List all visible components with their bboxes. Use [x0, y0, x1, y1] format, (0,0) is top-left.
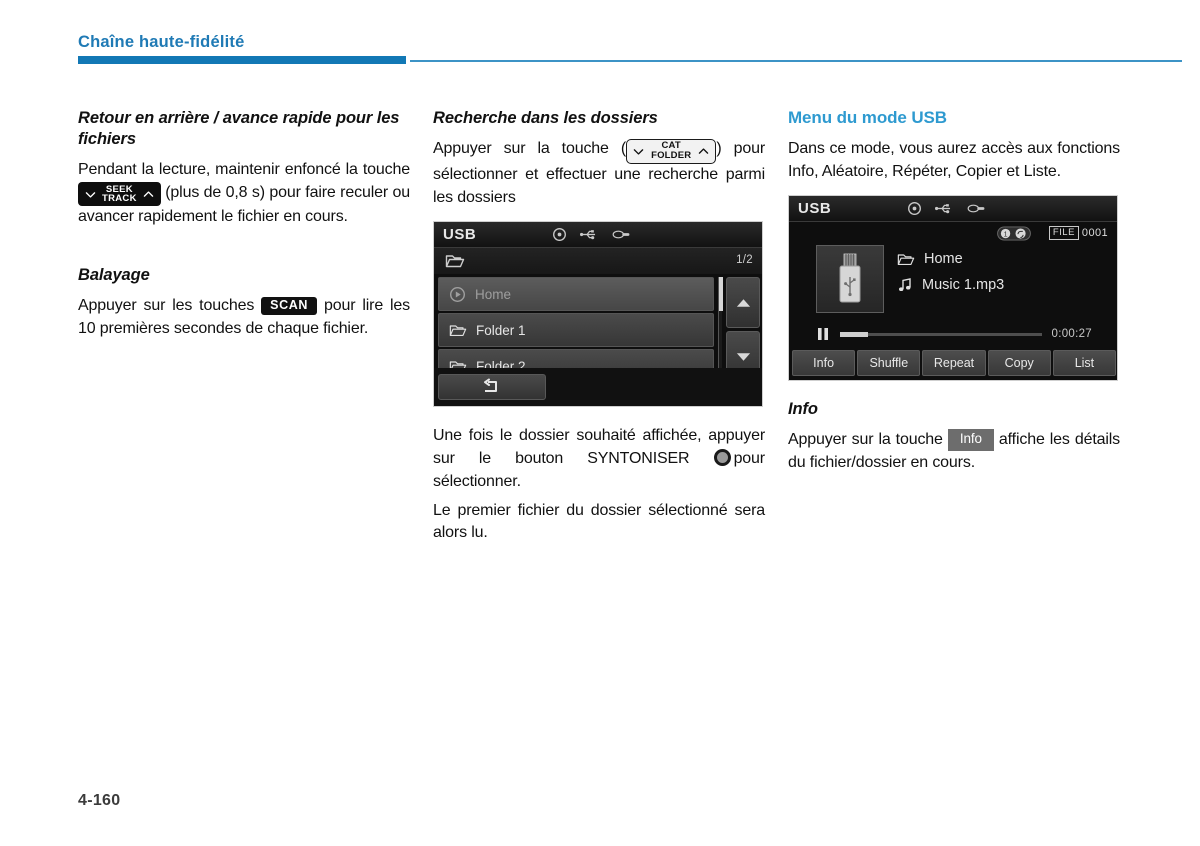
seek-track-key[interactable]: SEEK TRACK	[78, 182, 161, 207]
music-note-icon	[899, 278, 911, 292]
folder-name: Home	[924, 251, 963, 268]
column-middle: Recherche dans les dossiers Appuyer sur …	[433, 108, 765, 551]
tab-copy[interactable]: Copy	[987, 350, 1051, 377]
paragraph-balayage: Appuyer sur les touches SCAN pour lire l…	[78, 295, 410, 340]
folder-open-icon	[445, 255, 465, 268]
tune-knob-icon	[713, 449, 731, 467]
header-rule-thick	[78, 56, 406, 64]
usb-stick-icon	[839, 254, 861, 303]
repeat-one-icon: 1	[997, 226, 1031, 246]
section-heading-folder-search: Recherche dans les dossiers	[433, 109, 658, 127]
aux-icon	[612, 230, 630, 239]
headunit-folder-browser-screenshot: USB 1/2 Home Folder 1 Folder 2	[433, 221, 763, 408]
paragraph-info: Appuyer sur la touche Info affiche les d…	[788, 429, 1120, 474]
triangle-down-icon	[736, 353, 750, 361]
disc-icon	[553, 228, 566, 242]
tab-shuffle[interactable]: Shuffle	[857, 350, 921, 377]
folder-icon	[897, 254, 915, 265]
seek-track-label: SEEK TRACK	[102, 185, 137, 204]
page-title: Chaîne haute-fidélité	[78, 33, 245, 51]
scrollbar-thumb[interactable]	[719, 277, 723, 312]
status-icon-group	[907, 201, 986, 216]
chevron-up-icon	[143, 190, 154, 197]
back-arrow-icon	[484, 378, 497, 393]
paragraph-text-part-a: Pendant la lecture, maintenir enfoncé la…	[78, 160, 410, 178]
source-label: USB	[443, 226, 477, 244]
disc-icon	[908, 202, 921, 216]
now-playing-track: Music 1.mp3	[897, 277, 1004, 293]
tab-repeat[interactable]: Repeat	[922, 350, 986, 377]
file-number: 0001	[1081, 227, 1108, 240]
scan-key[interactable]: SCAN	[261, 296, 317, 315]
page-header: Chaîne haute-fidélité	[0, 0, 1200, 70]
paragraph-usb-menu: Dans ce mode, vous aurez accès aux fonct…	[788, 140, 1120, 180]
list-item-home[interactable]: Home	[438, 277, 714, 312]
album-art	[816, 245, 884, 314]
cat-folder-key[interactable]: CAT FOLDER	[626, 138, 717, 164]
playback-progress[interactable]: 0:00:27	[816, 326, 1092, 342]
cat-folder-label: CAT FOLDER	[651, 141, 691, 161]
paragraph-text-part-c: Appuyer sur les touches	[78, 296, 255, 314]
section-heading-info: Info	[788, 400, 818, 419]
column-left: Retour en arrière / avance rapide pour l…	[78, 108, 410, 346]
breadcrumb-bar: 1/2	[434, 248, 762, 275]
scrollbar[interactable]	[718, 277, 723, 382]
track-name: Music 1.mp3	[922, 277, 1005, 294]
usb-icon	[935, 204, 951, 214]
chevron-down-icon	[85, 191, 96, 198]
paragraph-select-folder: Une fois le dossier souhaité affichée, a…	[433, 425, 765, 493]
paragraph-text-part-a: Appuyer sur la touche (	[433, 139, 627, 157]
tab-info[interactable]: Info	[792, 350, 856, 377]
list-item-label: Folder 1	[476, 322, 526, 338]
progress-fill	[840, 331, 868, 337]
status-icon-group	[552, 227, 631, 242]
list-item-label: Home	[475, 286, 512, 302]
paragraph-rewind-fastforward: Pendant la lecture, maintenir enfoncé la…	[78, 159, 410, 229]
now-playing-meta: Home Music 1.mp3	[897, 251, 1004, 303]
now-playing-folder: Home	[897, 251, 1004, 267]
chevron-up-icon	[699, 148, 709, 154]
pause-icon	[818, 328, 828, 341]
progress-bar[interactable]	[840, 331, 1042, 337]
list-item-folder-1[interactable]: Folder 1	[438, 313, 714, 348]
track-label: TRACK	[102, 193, 137, 205]
elapsed-time: 0:00:27	[1051, 328, 1092, 341]
player-tab-bar: Info Shuffle Repeat Copy List	[792, 350, 1117, 377]
file-number-indicator: FILE 0001	[1048, 226, 1108, 241]
headunit-player-screenshot: USB 1 FILE 0001 Home Music 1.mp3 0:00:27…	[788, 195, 1118, 382]
play-circle-icon	[449, 286, 466, 302]
scroll-up-button[interactable]	[726, 277, 760, 329]
section-heading-usb-menu: Menu du mode USB	[788, 108, 947, 127]
folder-label: FOLDER	[651, 150, 692, 162]
paragraph-folder-search: Appuyer sur la touche ( CAT FOLDER ) pou…	[433, 138, 765, 209]
section-heading-balayage: Balayage	[78, 265, 150, 284]
page-indicator: 1/2	[736, 254, 753, 267]
section-heading-rewind-fastforward: Retour en arrière / avance rapide pour l…	[78, 109, 400, 148]
column-right: Menu du mode USB Dans ce mode, vous aure…	[788, 108, 1120, 481]
chevron-down-icon	[633, 149, 644, 155]
back-button[interactable]	[438, 374, 546, 401]
aux-icon	[967, 205, 985, 213]
source-label: USB	[798, 200, 832, 218]
paragraph-text-part-b: Appuyer sur la touche	[788, 431, 943, 449]
svg-text:1: 1	[1004, 232, 1008, 239]
info-key[interactable]: Info	[947, 429, 994, 451]
usb-icon	[580, 230, 596, 240]
header-rule-thin	[410, 60, 1182, 62]
folder-icon	[449, 325, 467, 336]
file-label: FILE	[1048, 226, 1079, 241]
page-number: 4-160	[78, 792, 121, 809]
paragraph-first-file: Le premier fichier du dossier sélectionn…	[433, 501, 765, 542]
triangle-up-icon	[736, 299, 750, 307]
tab-list[interactable]: List	[1052, 350, 1117, 377]
